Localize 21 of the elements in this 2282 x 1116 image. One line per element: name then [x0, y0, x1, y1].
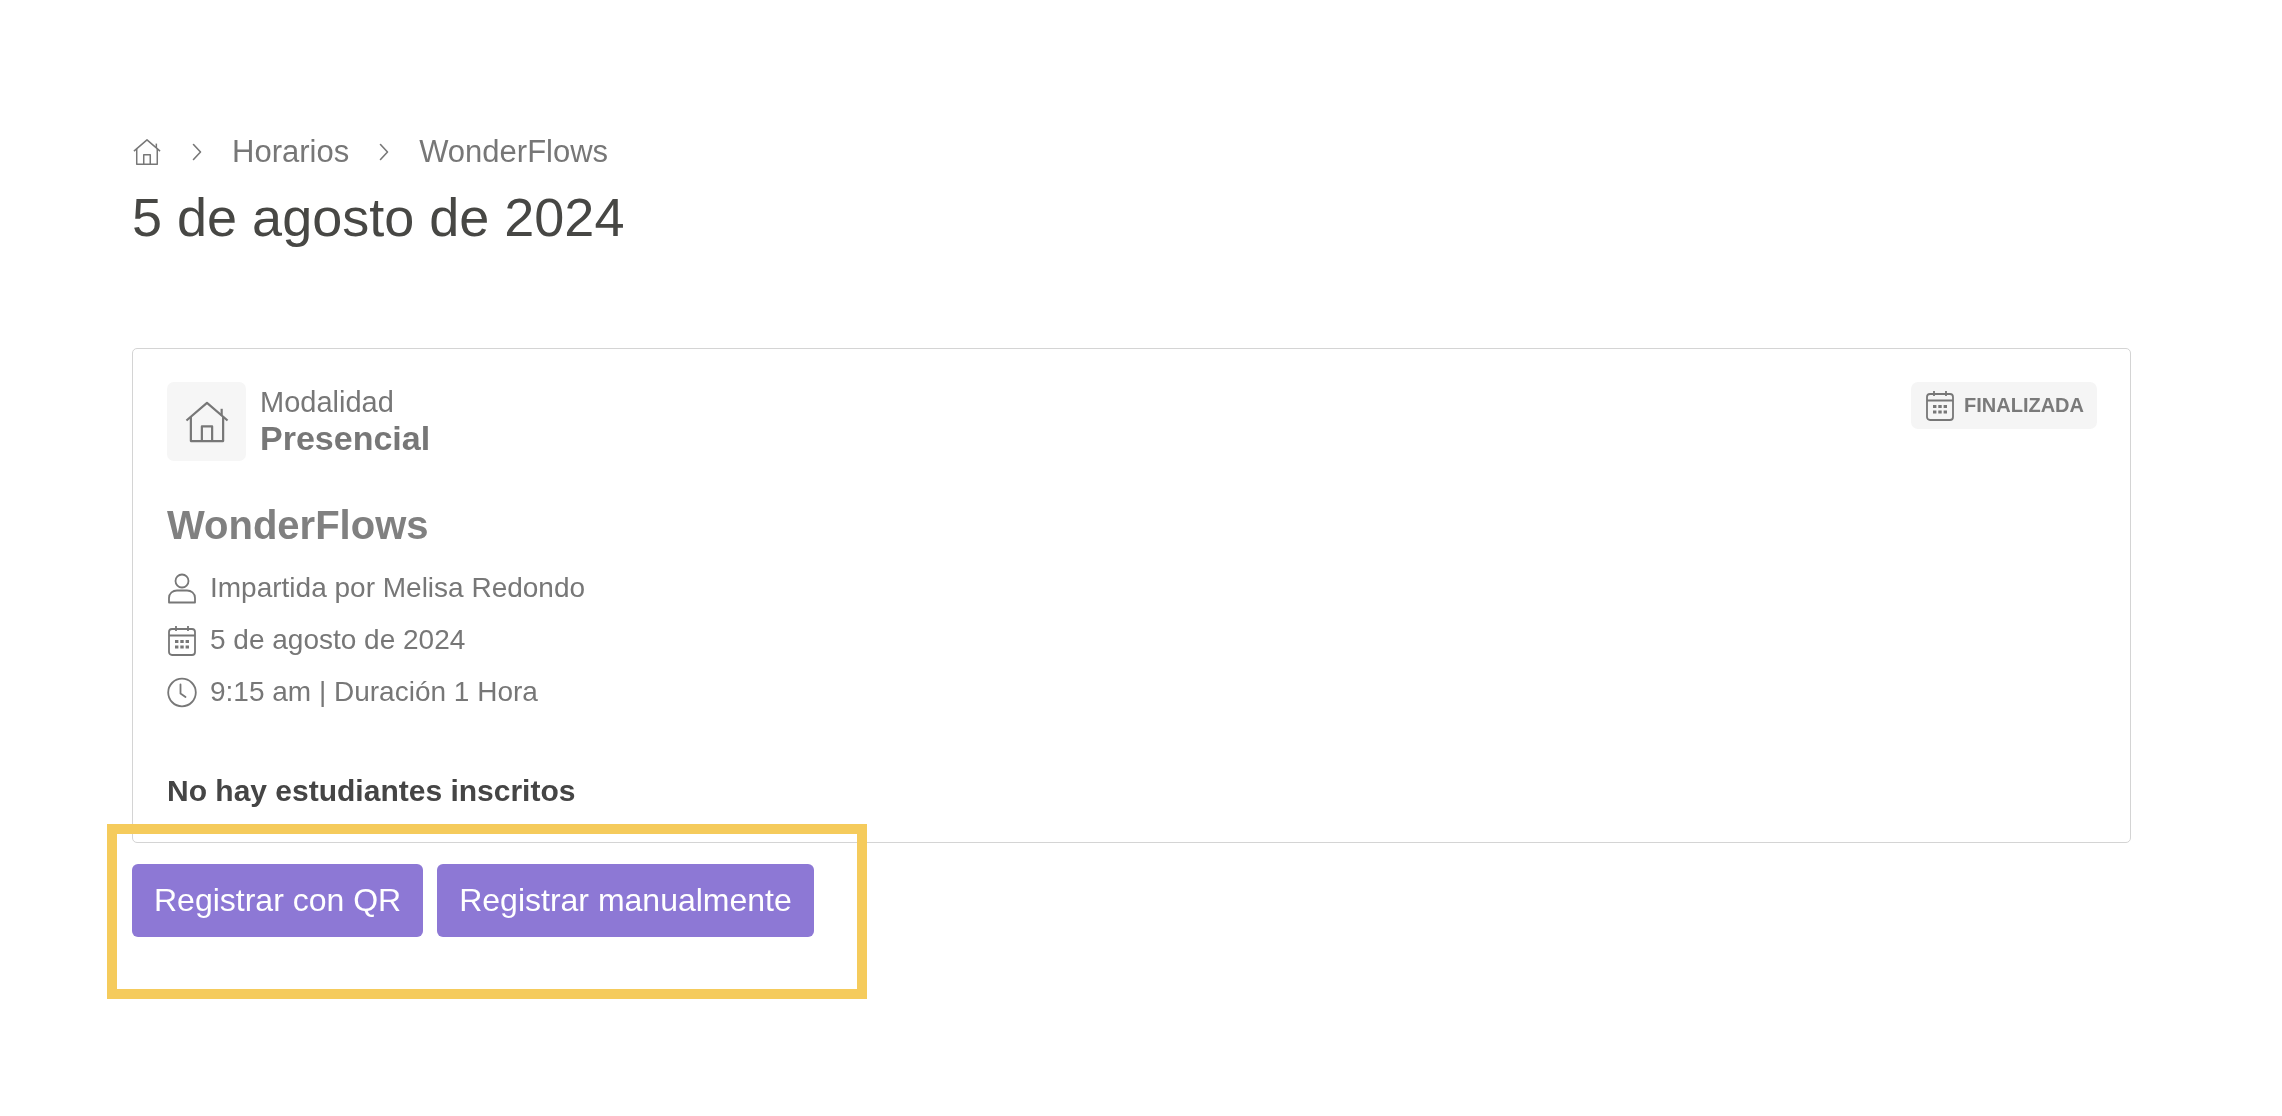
register-button[interactable]: Registrar con QR: [132, 864, 424, 937]
calendar-icon: [1926, 390, 1954, 421]
person-icon: [167, 572, 197, 604]
chevron-right-icon: [192, 143, 202, 161]
modality-value: Presencial: [260, 417, 431, 458]
breadcrumb-link[interactable]: Horarios: [232, 137, 350, 167]
calendar-icon: [167, 624, 197, 656]
page-title: 5 de agosto de 2024: [132, 186, 625, 248]
modality-label: Modalidad: [260, 385, 394, 418]
clock-icon: [167, 676, 197, 708]
detail-text: 9:15 am | Duración 1 Hora: [210, 676, 538, 708]
chevron-right-icon: [379, 143, 390, 161]
enrollment-message: No hay estudiantes inscritos: [167, 773, 576, 809]
breadcrumb-link[interactable]: WonderFlows: [419, 137, 609, 167]
detail-text: 5 de agosto de 2024: [210, 624, 466, 656]
detail-text: Impartida por Melisa Redondo: [210, 572, 586, 604]
status-label: FINALIZADA: [1964, 394, 2084, 417]
home-icon[interactable]: [132, 138, 162, 166]
register-button[interactable]: Registrar manualmente: [437, 864, 814, 937]
house-icon: [167, 382, 246, 461]
session-name: WonderFlows: [167, 502, 429, 549]
